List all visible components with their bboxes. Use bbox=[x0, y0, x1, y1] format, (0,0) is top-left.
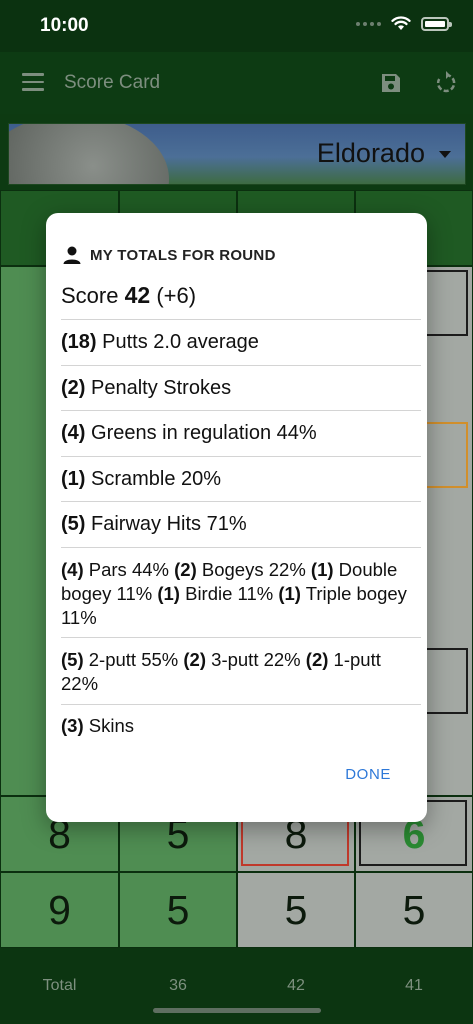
putts-row: (18) Putts 2.0 average bbox=[61, 330, 421, 366]
score-row: Score 42 (+6) bbox=[61, 283, 421, 320]
two-putt-count: (5) bbox=[61, 649, 84, 670]
scramble-count: (1) bbox=[61, 468, 86, 490]
score-label: Score bbox=[61, 283, 119, 308]
penalty-count: (2) bbox=[61, 377, 86, 399]
score-delta: (+6) bbox=[156, 283, 197, 308]
skins-text: Skins bbox=[88, 715, 135, 736]
one-putt-count: (2) bbox=[305, 649, 329, 670]
penalty-row: (2) Penalty Strokes bbox=[61, 376, 421, 411]
bogeys-text: Bogeys 22% bbox=[201, 559, 306, 580]
score-total: 42 bbox=[124, 282, 151, 308]
scramble-text: Scramble 20% bbox=[91, 468, 222, 490]
round-totals-dialog: MY TOTALS FOR ROUND Score 42 (+6) (18) P… bbox=[46, 213, 427, 822]
done-button[interactable]: DONE bbox=[345, 766, 391, 783]
fairway-count: (5) bbox=[61, 513, 86, 535]
greens-row: (4) Greens in regulation 44% bbox=[61, 421, 421, 457]
triple-bogey-count: (1) bbox=[278, 583, 301, 604]
two-putt-text: 2-putt 55% bbox=[88, 649, 179, 670]
dialog-header: MY TOTALS FOR ROUND bbox=[62, 245, 276, 265]
birdie-count: (1) bbox=[157, 583, 180, 604]
dialog-heading: MY TOTALS FOR ROUND bbox=[90, 246, 276, 264]
person-icon bbox=[63, 246, 81, 264]
putts-text: Putts 2.0 average bbox=[102, 331, 259, 353]
penalty-text: Penalty Strokes bbox=[91, 377, 232, 399]
pars-count: (4) bbox=[61, 559, 84, 580]
putts-count: (18) bbox=[61, 331, 97, 353]
bogeys-count: (2) bbox=[174, 559, 197, 580]
greens-text: Greens in regulation 44% bbox=[91, 422, 317, 444]
fairway-row: (5) Fairway Hits 71% bbox=[61, 512, 421, 548]
birdie-text: Birdie 11% bbox=[185, 583, 274, 604]
three-putt-text: 3-putt 22% bbox=[211, 649, 301, 670]
greens-count: (4) bbox=[61, 422, 86, 444]
scramble-row: (1) Scramble 20% bbox=[61, 467, 421, 502]
three-putt-count: (2) bbox=[183, 649, 207, 670]
skins-count: (3) bbox=[61, 715, 84, 736]
results-row: (4) Pars 44% (2) Bogeys 22% (1) Double b… bbox=[61, 558, 421, 638]
fairway-text: Fairway Hits 71% bbox=[91, 513, 247, 535]
putt-types-row: (5) 2-putt 55% (2) 3-putt 22% (2) 1-putt… bbox=[61, 648, 421, 705]
pars-text: Pars 44% bbox=[88, 559, 169, 580]
double-bogey-count: (1) bbox=[310, 559, 334, 580]
skins-row: (3) Skins bbox=[61, 714, 421, 742]
